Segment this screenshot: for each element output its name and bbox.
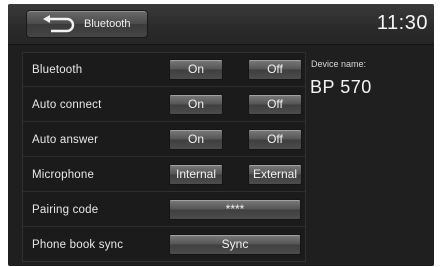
settings-row-auto-answer: Auto answer On Off [23, 123, 305, 157]
microphone-external-button[interactable]: External [248, 164, 302, 185]
top-bar: Bluetooth 11:30 [8, 4, 434, 45]
car-head-unit-screen: Bluetooth 11:30 Bluetooth On Off Auto co… [8, 4, 434, 266]
auto-connect-on-button[interactable]: On [169, 94, 223, 115]
clock: 11:30 [376, 12, 428, 34]
row-label: Bluetooth [32, 63, 83, 76]
auto-answer-off-button[interactable]: Off [248, 129, 302, 150]
microphone-internal-button[interactable]: Internal [169, 164, 223, 185]
device-name-label: Device name: [311, 59, 367, 69]
settings-row-auto-connect: Auto connect On Off [23, 88, 305, 122]
bluetooth-off-button[interactable]: Off [248, 59, 302, 80]
bluetooth-on-button[interactable]: On [169, 59, 223, 80]
settings-panel: Bluetooth On Off Auto connect On Off Aut… [22, 52, 306, 262]
row-label: Auto answer [32, 133, 99, 146]
back-arrow-icon [43, 15, 75, 33]
screen-title: Bluetooth [84, 18, 131, 30]
sync-button[interactable]: Sync [169, 234, 301, 255]
auto-answer-on-button[interactable]: On [169, 129, 223, 150]
settings-row-microphone: Microphone Internal External [23, 158, 305, 192]
back-button[interactable]: Bluetooth [26, 10, 148, 38]
pairing-code-field[interactable]: **** [169, 199, 301, 220]
auto-connect-off-button[interactable]: Off [248, 94, 302, 115]
row-label: Phone book sync [32, 239, 124, 251]
row-label: Microphone [32, 168, 95, 181]
row-label: Auto connect [32, 98, 102, 111]
device-name-value: BP 570 [310, 77, 372, 97]
settings-row-pairing-code: Pairing code **** [23, 193, 305, 227]
row-label: Pairing code [32, 203, 99, 216]
settings-row-phone-book-sync: Phone book sync Sync [23, 228, 305, 262]
settings-row-bluetooth: Bluetooth On Off [23, 53, 305, 87]
